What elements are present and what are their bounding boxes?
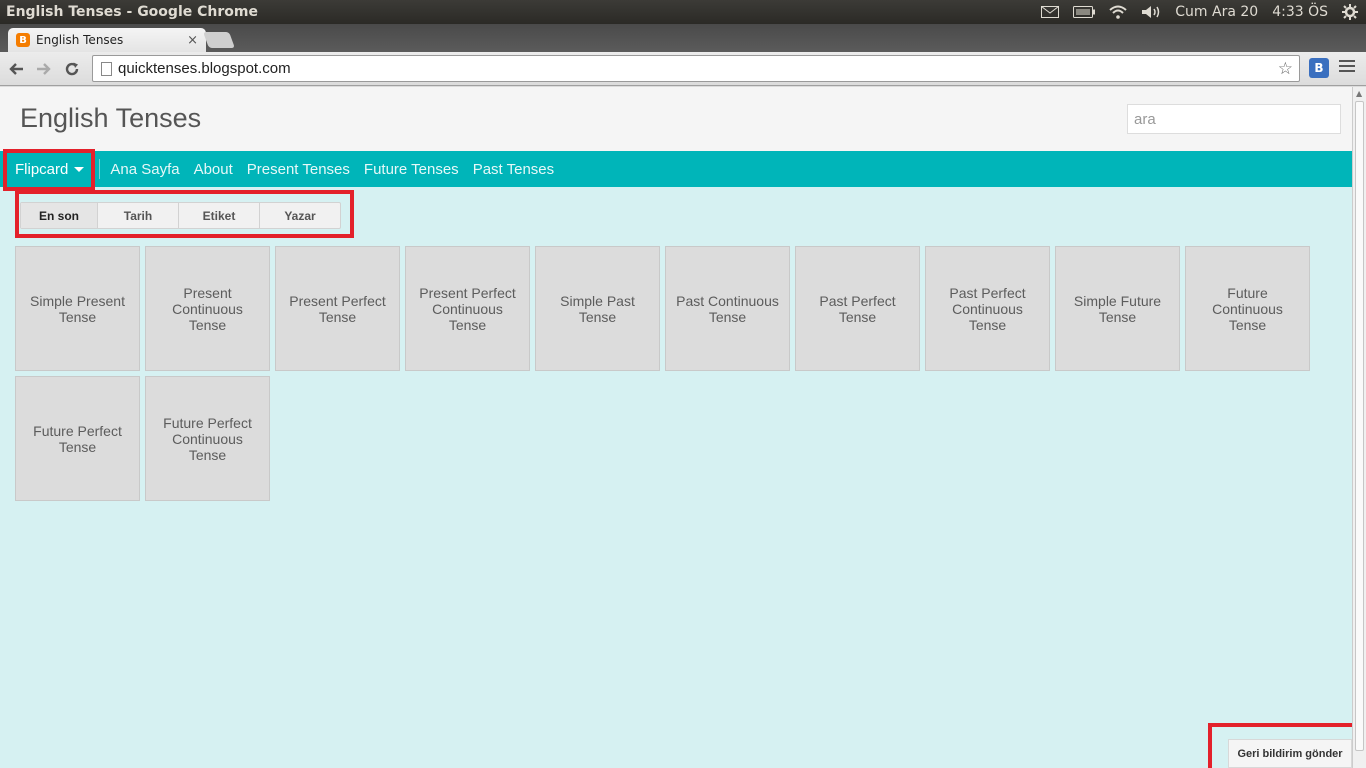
browser-toolbar: quicktenses.blogspot.com ☆ B	[0, 52, 1366, 86]
nav-link-ana-sayfa[interactable]: Ana Sayfa	[110, 161, 179, 178]
highlight-box	[3, 149, 95, 191]
bookmark-star-icon[interactable]: ☆	[1278, 59, 1293, 79]
browser-tab[interactable]: B English Tenses ×	[8, 28, 206, 52]
flipcard[interactable]: Present Perfect Continuous Tense	[405, 246, 530, 371]
blog-title[interactable]: English Tenses	[20, 103, 201, 134]
volume-icon[interactable]	[1141, 5, 1161, 19]
system-top-panel: English Tenses - Google Chrome Cum Ara 2…	[0, 0, 1366, 24]
system-tray: Cum Ara 20 4:33 ÖS	[1041, 4, 1366, 20]
nav-separator	[99, 159, 101, 179]
forward-arrow-icon[interactable]	[32, 57, 56, 81]
tab-close-icon[interactable]: ×	[187, 33, 198, 48]
flipcard[interactable]: Past Continuous Tense	[665, 246, 790, 371]
chrome-menu-icon[interactable]	[1339, 60, 1355, 75]
reload-icon[interactable]	[60, 57, 84, 81]
wifi-icon[interactable]	[1109, 5, 1127, 19]
nav-link-past-tenses[interactable]: Past Tenses	[473, 161, 554, 178]
mail-icon[interactable]	[1041, 6, 1060, 18]
flipcard[interactable]: Future Perfect Continuous Tense	[145, 376, 270, 501]
flipcard[interactable]: Present Perfect Tense	[275, 246, 400, 371]
flipcard[interactable]: Simple Present Tense	[15, 246, 140, 371]
clock-date[interactable]: Cum Ara 20	[1175, 4, 1258, 20]
battery-icon[interactable]	[1073, 6, 1096, 18]
scrollbar-thumb[interactable]	[1355, 101, 1364, 751]
back-arrow-icon[interactable]	[4, 57, 28, 81]
highlight-box	[15, 190, 354, 238]
flipcard[interactable]: Simple Past Tense	[535, 246, 660, 371]
extension-icon[interactable]: B	[1309, 58, 1329, 78]
tab-strip: B English Tenses ×	[0, 24, 1366, 52]
address-bar[interactable]: quicktenses.blogspot.com ☆	[92, 55, 1300, 82]
blogger-favicon-icon: B	[16, 33, 30, 47]
flipcard[interactable]: Past Perfect Continuous Tense	[925, 246, 1050, 371]
blog-nav-bar: Flipcard Ana Sayfa About Present Tenses …	[0, 151, 1352, 187]
highlight-box	[1208, 723, 1352, 768]
nav-link-present-tenses[interactable]: Present Tenses	[247, 161, 350, 178]
scroll-up-icon[interactable]: ▲	[1356, 89, 1362, 98]
clock-time[interactable]: 4:33 ÖS	[1272, 4, 1328, 20]
nav-link-about[interactable]: About	[194, 161, 233, 178]
blog-header: English Tenses ara	[0, 87, 1352, 151]
address-url[interactable]: quicktenses.blogspot.com	[118, 60, 291, 77]
flipcard[interactable]: Future Perfect Tense	[15, 376, 140, 501]
flipcard[interactable]: Present Continuous Tense	[145, 246, 270, 371]
session-gear-icon[interactable]	[1342, 4, 1358, 20]
flipcard[interactable]: Simple Future Tense	[1055, 246, 1180, 371]
search-input[interactable]: ara	[1127, 104, 1341, 134]
flipcard[interactable]: Past Perfect Tense	[795, 246, 920, 371]
flipcard[interactable]: Future Continuous Tense	[1185, 246, 1310, 371]
window-title: English Tenses - Google Chrome	[6, 4, 258, 20]
page-viewport: English Tenses ara Flipcard Ana Sayfa Ab…	[0, 87, 1352, 768]
nav-link-future-tenses[interactable]: Future Tenses	[364, 161, 459, 178]
tab-title: English Tenses	[36, 33, 124, 47]
page-scrollbar[interactable]: ▲	[1352, 87, 1366, 768]
new-tab-button[interactable]	[203, 32, 235, 48]
page-icon	[101, 61, 112, 76]
